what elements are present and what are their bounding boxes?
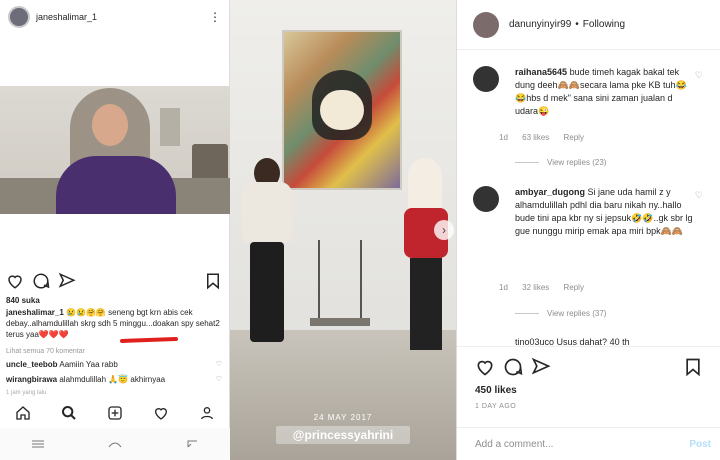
phone-post-panel: janeshalimar_1 ⋮ 840 suka janeshalimar_1… xyxy=(0,0,230,460)
comment-icon[interactable] xyxy=(32,272,50,290)
comments-panel: danunyinyir99 • Following raihana5645 bu… xyxy=(456,0,720,460)
comment-username[interactable]: raihana5645 xyxy=(515,67,567,77)
heart-icon[interactable] xyxy=(475,357,495,377)
menu-icon[interactable] xyxy=(31,439,45,449)
partial-comment-text: tino03uco Usus dahat? 40 th xyxy=(515,337,630,346)
home-button-icon[interactable] xyxy=(107,439,123,449)
reply-button[interactable]: Reply xyxy=(564,283,584,292)
add-post-icon[interactable] xyxy=(107,405,123,421)
story-photo[interactable]: › 24 MAY 2017 @princessyahrini xyxy=(230,0,456,460)
reply-button[interactable]: Reply xyxy=(564,133,584,142)
comment-likes[interactable]: 63 likes xyxy=(522,133,549,142)
post-username[interactable]: janeshalimar_1 xyxy=(36,12,97,22)
post-button[interactable]: Post xyxy=(689,439,711,450)
red-underline-annotation xyxy=(119,336,179,344)
view-replies-link[interactable]: View replies (23) xyxy=(515,158,606,167)
activity-heart-icon[interactable] xyxy=(153,405,169,421)
add-comment-input[interactable]: Add a comment... xyxy=(475,439,553,450)
separator-dot: • xyxy=(575,19,579,30)
home-icon[interactable] xyxy=(15,405,31,421)
profile-icon[interactable] xyxy=(199,405,215,421)
avatar[interactable] xyxy=(473,66,499,92)
person-pants xyxy=(410,258,442,350)
comment-row: wirangbirawa alahmdulillah 🙏😇 akhirnyaa … xyxy=(6,375,224,384)
mention-tag[interactable]: @princessyahrini xyxy=(276,426,410,444)
next-arrow-icon[interactable]: › xyxy=(434,220,454,240)
comment-body: raihana5645 bude timeh kagak bakal tek d… xyxy=(515,66,693,118)
comment-icon[interactable] xyxy=(503,357,523,377)
comment-time: 1d xyxy=(499,283,508,292)
comment-username[interactable]: wirangbirawa xyxy=(6,375,57,384)
like-count[interactable]: 450 likes xyxy=(475,385,517,396)
comments-header: danunyinyir99 • Following xyxy=(457,0,720,50)
comment-heart-icon[interactable]: ♡ xyxy=(216,360,222,368)
replies-divider xyxy=(515,313,539,314)
comment-username[interactable]: uncle_teebob xyxy=(6,360,58,369)
view-replies-link[interactable]: View replies (37) xyxy=(515,309,606,318)
comment-time: 1d xyxy=(499,133,508,142)
add-comment-bar: Add a comment... Post xyxy=(457,427,720,460)
avatar[interactable] xyxy=(473,186,499,212)
person-hijab xyxy=(408,158,442,214)
avatar[interactable] xyxy=(8,6,30,28)
post-actions xyxy=(475,357,705,379)
comment-heart-icon[interactable]: ♡ xyxy=(695,70,703,81)
search-icon[interactable] xyxy=(61,405,77,421)
person-left xyxy=(232,150,302,350)
painting-figure-face xyxy=(320,90,364,130)
view-replies-text[interactable]: View replies (23) xyxy=(547,158,606,167)
comment-likes[interactable]: 32 likes xyxy=(522,283,549,292)
photo-face xyxy=(92,104,128,146)
heart-icon[interactable] xyxy=(6,272,24,290)
post-actions xyxy=(0,268,230,294)
comment-body: ambyar_dugong Si jane uda hamil z y alha… xyxy=(515,186,693,238)
sculpture xyxy=(318,240,362,320)
share-icon[interactable] xyxy=(58,272,76,290)
bookmark-icon[interactable] xyxy=(683,357,703,377)
bottom-nav xyxy=(0,398,230,428)
comment-username[interactable]: ambyar_dugong xyxy=(515,187,585,197)
back-icon[interactable] xyxy=(185,439,199,449)
post-time: 1 jam yang lalu xyxy=(6,390,47,396)
more-options-icon[interactable]: ⋮ xyxy=(209,10,221,24)
photo-body xyxy=(56,156,176,214)
bookmark-icon[interactable] xyxy=(204,272,222,290)
comment-meta: 1d 32 likes Reply xyxy=(499,283,596,292)
person-pants xyxy=(250,242,284,342)
share-icon[interactable] xyxy=(531,357,551,377)
comment-row: uncle_teebob Aamiin Yaa rabb ♡ xyxy=(6,360,224,369)
replies-divider xyxy=(515,162,539,163)
android-system-bar xyxy=(0,428,230,460)
avatar[interactable] xyxy=(473,11,499,38)
view-all-comments-link[interactable]: Lihat semua 70 komentar xyxy=(6,348,85,355)
post-caption: janeshalimar_1 😢😢🤗🤗 seneng bgt krn abis … xyxy=(6,307,224,340)
like-count[interactable]: 840 suka xyxy=(6,296,40,305)
person-right xyxy=(400,150,456,350)
comment-text: alahmdulillah 🙏😇 akhirnyaa xyxy=(59,375,166,384)
comment-heart-icon[interactable]: ♡ xyxy=(216,375,222,383)
comment-row-partial: tino03uco Usus dahat? 40 th xyxy=(473,336,713,346)
sculpture-base xyxy=(310,318,370,326)
photo-date: 24 MAY 2017 xyxy=(313,413,373,422)
person-shirt xyxy=(242,182,292,242)
screenshot-collage: janeshalimar_1 ⋮ 840 suka janeshalimar_1… xyxy=(0,0,720,460)
post-header: janeshalimar_1 ⋮ xyxy=(0,0,229,34)
following-button[interactable]: Following xyxy=(583,19,625,30)
header-username[interactable]: danunyinyir99 xyxy=(509,19,571,30)
caption-username[interactable]: janeshalimar_1 xyxy=(6,308,64,317)
post-time: 1 DAY AGO xyxy=(475,403,517,410)
post-photo[interactable] xyxy=(0,86,230,214)
comment-heart-icon[interactable]: ♡ xyxy=(695,190,703,201)
post-footer: 450 likes 1 DAY AGO Add a comment... Pos… xyxy=(457,346,720,460)
comment-text: Aamiin Yaa rabb xyxy=(59,360,118,369)
view-replies-text[interactable]: View replies (37) xyxy=(547,309,606,318)
photo-frame xyxy=(160,108,180,146)
comment-meta: 1d 63 likes Reply xyxy=(499,133,596,142)
